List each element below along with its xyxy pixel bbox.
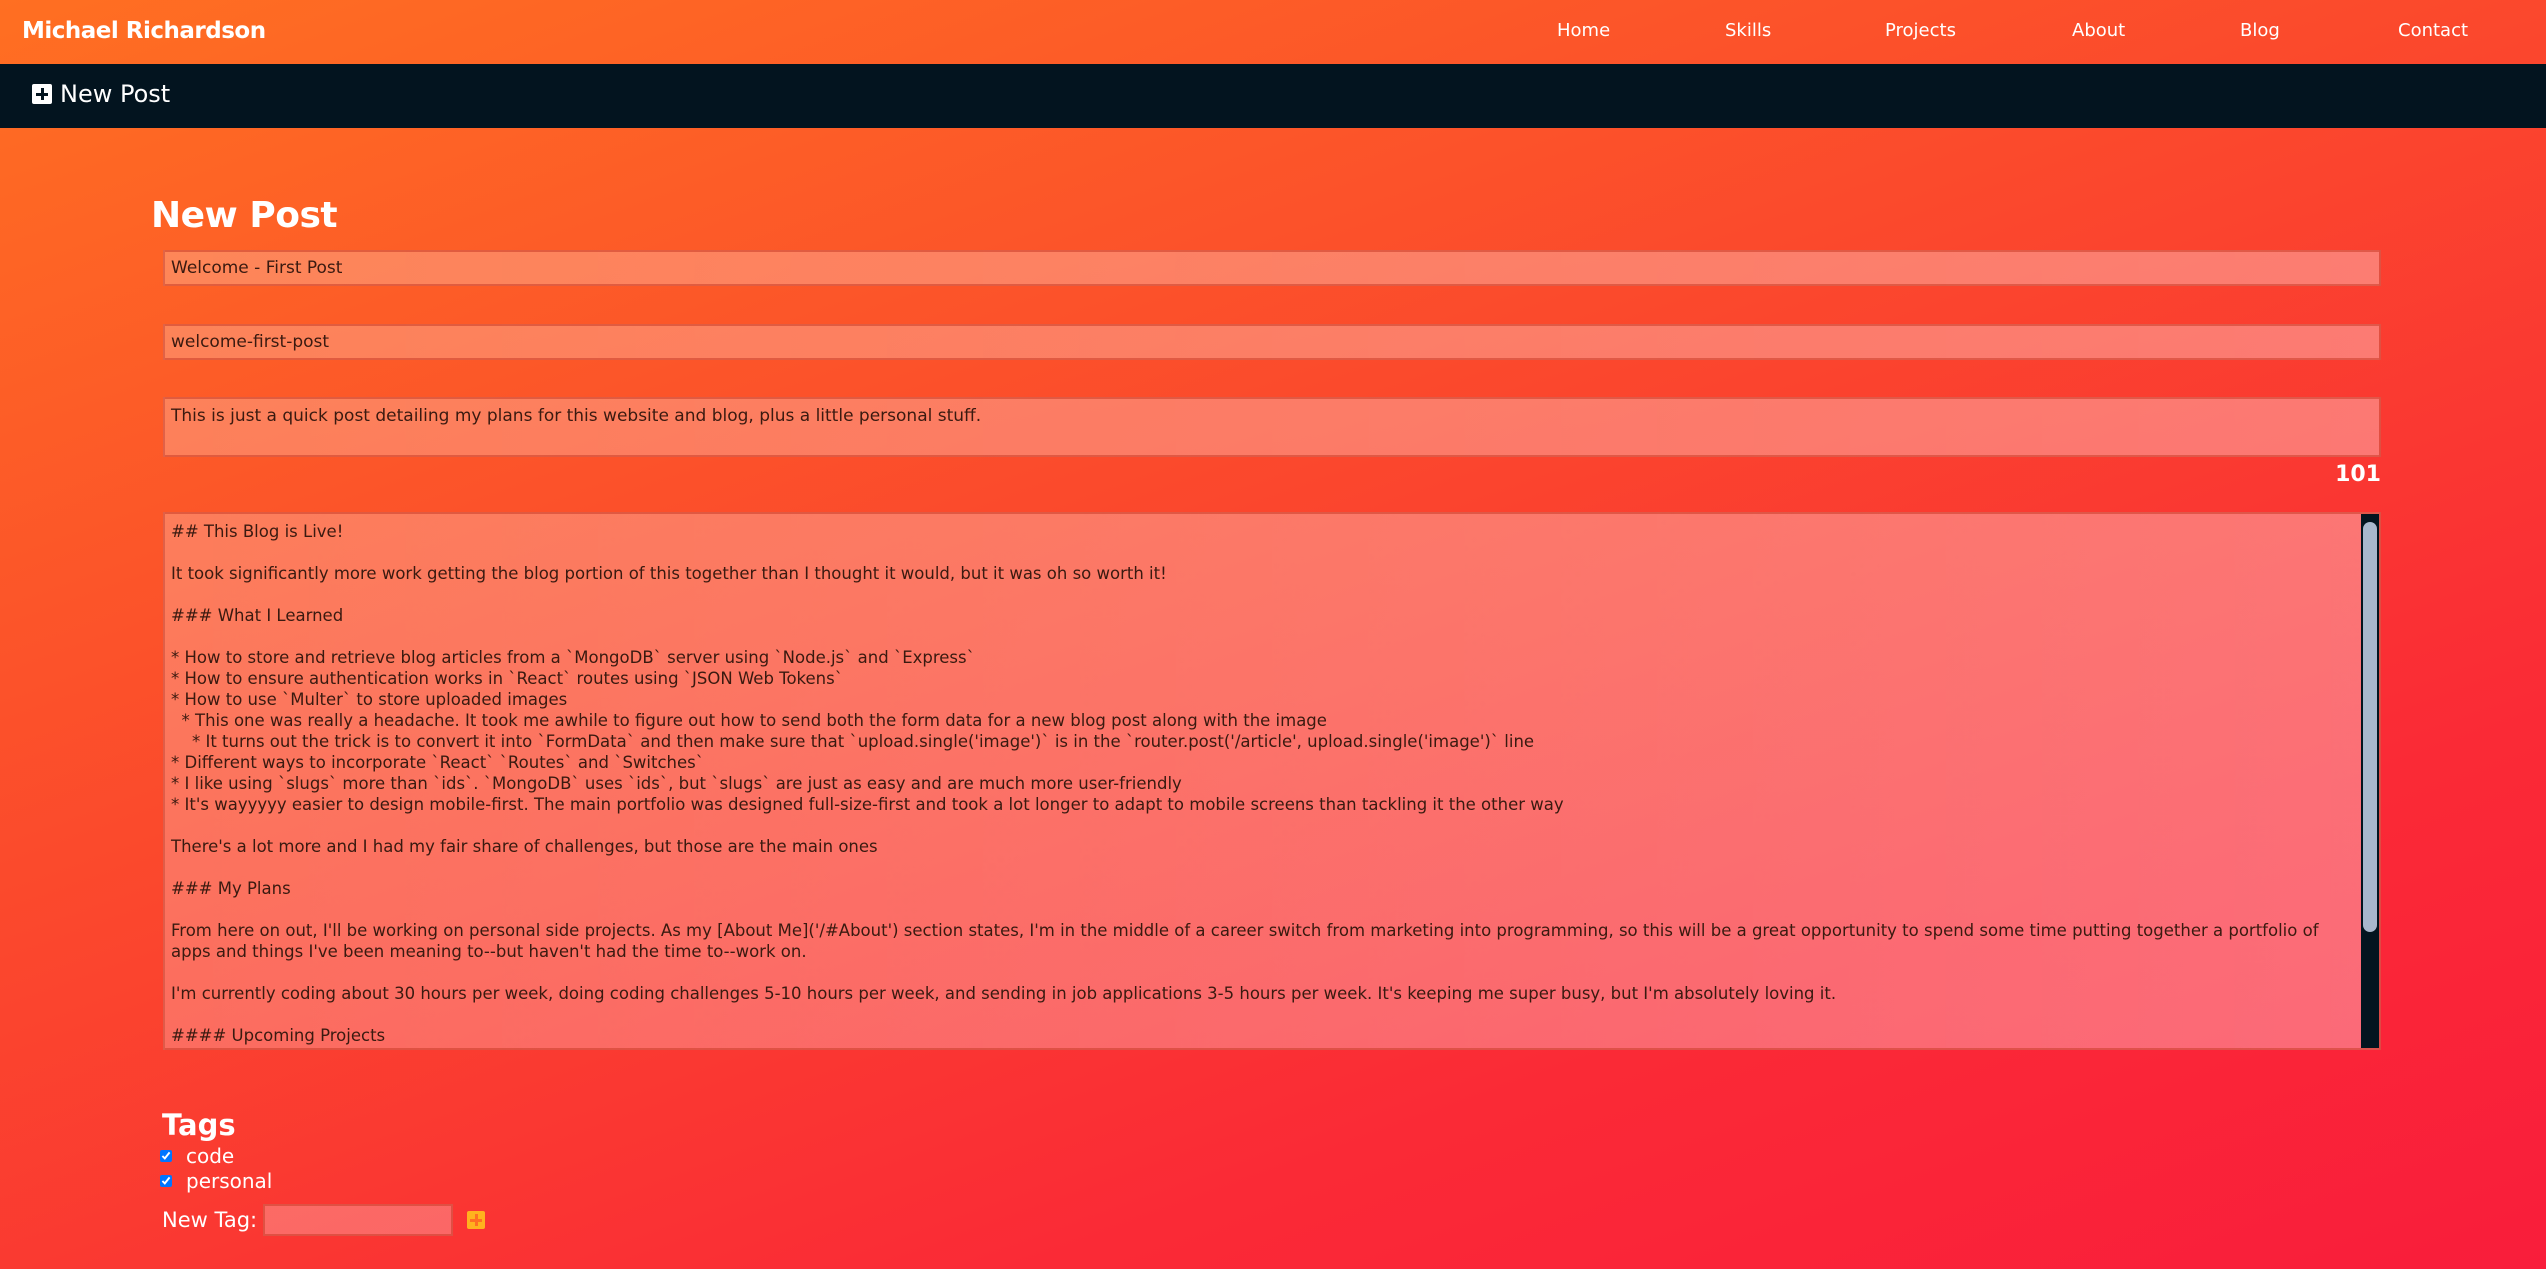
post-content-text: ## This Blog is Live! It took significan… (171, 522, 2319, 1045)
new-post-link[interactable]: New Post (32, 80, 170, 108)
tag-label-code: code (186, 1144, 235, 1168)
nav-link-contact[interactable]: Contact (2398, 20, 2468, 41)
nav-link-skills[interactable]: Skills (1725, 20, 1771, 41)
post-title-input[interactable] (163, 250, 2381, 286)
nav-link-blog[interactable]: Blog (2240, 20, 2280, 41)
content-scrollbar[interactable] (2361, 514, 2379, 1048)
nav-link-about[interactable]: About (2072, 20, 2125, 41)
new-post-label: New Post (60, 80, 171, 108)
new-tag-input[interactable] (263, 1204, 454, 1236)
tag-item-code[interactable]: code (160, 1144, 234, 1168)
post-excerpt-textarea[interactable]: This is just a quick post detailing my p… (163, 397, 2381, 457)
admin-bar: New Post (0, 64, 2546, 128)
tag-checkbox-code[interactable] (160, 1150, 172, 1162)
brand-name[interactable]: Michael Richardson (22, 18, 266, 44)
page-title: New Post (151, 195, 338, 236)
excerpt-char-count: 101 (2335, 462, 2381, 487)
tag-label-personal: personal (186, 1169, 273, 1193)
plus-square-icon (32, 84, 52, 104)
new-tag-label: New Tag: (162, 1208, 258, 1232)
top-navbar: Michael Richardson Home Skills Projects … (0, 0, 2546, 64)
nav-link-projects[interactable]: Projects (1885, 20, 1956, 41)
nav-link-home[interactable]: Home (1557, 20, 1610, 41)
scrollbar-thumb[interactable] (2363, 522, 2377, 932)
add-tag-icon[interactable] (467, 1211, 486, 1229)
new-tag-row: New Tag: (162, 1204, 486, 1236)
post-content-textarea[interactable]: ## This Blog is Live! It took significan… (163, 512, 2381, 1050)
post-slug-input[interactable] (163, 324, 2381, 360)
tags-heading: Tags (162, 1108, 236, 1142)
tag-item-personal[interactable]: personal (160, 1169, 272, 1193)
tag-checkbox-personal[interactable] (160, 1175, 172, 1187)
